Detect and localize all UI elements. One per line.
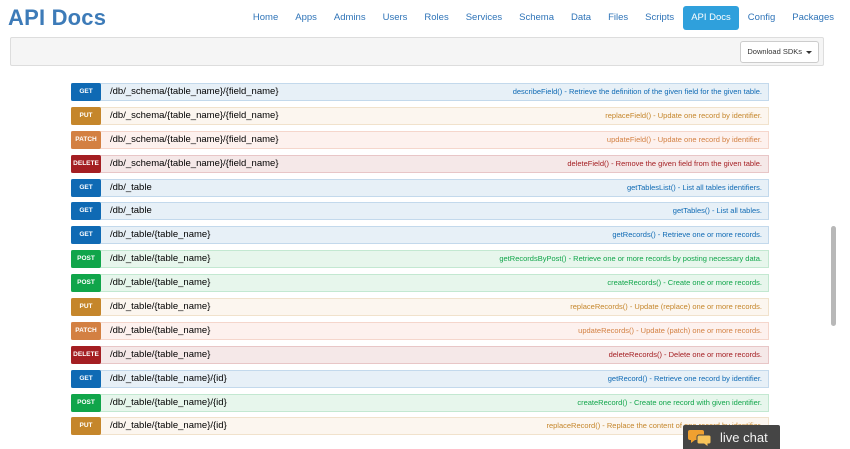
- operation-row[interactable]: DELETE/db/_schema/{table_name}/{field_na…: [71, 154, 769, 173]
- operation-row[interactable]: PATCH/db/_schema/{table_name}/{field_nam…: [71, 130, 769, 149]
- operation-row[interactable]: POST/db/_table/{table_name} getRecordsByP…: [71, 250, 769, 269]
- nav-item-home[interactable]: Home: [245, 6, 286, 30]
- method-badge[interactable]: GET: [71, 83, 101, 101]
- caret-down-icon: [806, 50, 812, 54]
- operation-row[interactable]: GET/db/_table getTablesList() - List all …: [71, 178, 769, 197]
- method-badge[interactable]: DELETE: [71, 154, 101, 173]
- operation-path[interactable]: /db/_table/{table_name}/{id}: [110, 371, 227, 387]
- main-nav: Home Apps Admins Users Roles Services Schema Da…: [244, 6, 842, 30]
- operation-description: deleteRecords() - Delete one or more rec…: [608, 349, 762, 359]
- operation-description: describeField() - Retrieve the definitio…: [512, 87, 762, 96]
- nav-item-files[interactable]: Files: [600, 6, 636, 30]
- operation-description: getRecord() - Retrieve one record by ide…: [607, 373, 762, 383]
- operations-list: GET/db/_schema/{table_name}/{field_name}…: [71, 83, 769, 441]
- operation-path[interactable]: /db/_table/{table_name}: [110, 347, 210, 363]
- operation-row[interactable]: GET/db/_schema/{table_name}/{field_name}…: [71, 83, 769, 101]
- operation-description: createRecord() - Create one record with …: [577, 397, 762, 407]
- nav-item-scripts[interactable]: Scripts: [637, 6, 682, 30]
- nav-item-roles[interactable]: Roles: [416, 6, 456, 30]
- method-badge[interactable]: POST: [71, 250, 101, 269]
- operation-path[interactable]: /db/_table/{table_name}/{id}: [110, 418, 227, 434]
- nav-item-services[interactable]: Services: [458, 6, 510, 30]
- operation-row[interactable]: GET/db/_table getTables() - List all tabl…: [71, 202, 769, 221]
- operation-description: getRecords() - Retrieve one or more reco…: [612, 230, 762, 240]
- nav-item-data[interactable]: Data: [563, 6, 599, 30]
- operation-path[interactable]: /db/_table: [110, 203, 152, 219]
- operation-path[interactable]: /db/_table/{table_name}/{id}: [110, 395, 227, 411]
- operation-description: getTables() - List all tables.: [672, 206, 762, 216]
- operation-row[interactable]: PUT/db/_table/{table_name} replaceRecords…: [71, 298, 769, 317]
- operation-path[interactable]: /db/_table: [110, 180, 152, 196]
- download-sdks-button[interactable]: Download SDKs: [740, 41, 819, 63]
- operation-description: createRecords() - Create one or more rec…: [607, 278, 762, 288]
- method-badge[interactable]: PUT: [71, 417, 101, 436]
- nav-item-api-docs[interactable]: API Docs: [683, 6, 739, 30]
- method-badge[interactable]: PUT: [71, 298, 101, 317]
- operation-row[interactable]: PUT/db/_schema/{table_name}/{field_name}…: [71, 106, 769, 125]
- method-badge[interactable]: GET: [71, 202, 101, 221]
- operation-path[interactable]: /db/_table/{table_name}: [110, 251, 210, 267]
- method-badge[interactable]: PATCH: [71, 130, 101, 149]
- method-badge[interactable]: GET: [71, 369, 101, 388]
- operation-description: getRecordsByPost() - Retrieve one or mor…: [499, 254, 762, 264]
- method-badge[interactable]: GET: [71, 178, 101, 197]
- download-sdks-label: Download SDKs: [747, 47, 802, 56]
- operation-row[interactable]: POST/db/_table/{table_name} createRecords…: [71, 274, 769, 293]
- nav-item-packages[interactable]: Packages: [784, 6, 842, 30]
- operation-row[interactable]: POST/db/_table/{table_name}/{id} createRe…: [71, 393, 769, 412]
- top-navbar: API Docs Home Apps Admins Users Roles Service…: [0, 0, 850, 36]
- nav-item-admins[interactable]: Admins: [326, 6, 374, 30]
- operation-description: replaceField() - Update one record by id…: [605, 110, 762, 120]
- method-badge[interactable]: PATCH: [71, 321, 101, 340]
- operation-row[interactable]: PUT/db/_table/{table_name}/{id} replaceRe…: [71, 417, 769, 436]
- operation-description: updateRecords() - Update (patch) one or …: [578, 325, 762, 335]
- nav-item-users[interactable]: Users: [375, 6, 416, 30]
- operation-row[interactable]: DELETE/db/_table/{table_name} deleteRecor…: [71, 345, 769, 364]
- method-badge[interactable]: POST: [71, 393, 101, 412]
- operation-path[interactable]: /db/_table/{table_name}: [110, 299, 210, 315]
- operation-description: getTablesList() - List all tables identi…: [626, 182, 762, 192]
- operation-row[interactable]: GET/db/_table/{table_name}/{id} getRecord…: [71, 369, 769, 388]
- method-badge[interactable]: GET: [71, 226, 101, 245]
- method-badge[interactable]: POST: [71, 274, 101, 293]
- scrollbar-thumb[interactable]: [831, 226, 836, 326]
- live-chat-widget[interactable]: live chat: [683, 425, 780, 449]
- live-chat-label: live chat: [720, 429, 768, 445]
- operation-path[interactable]: /db/_table/{table_name}: [110, 323, 210, 339]
- nav-item-config[interactable]: Config: [740, 6, 783, 30]
- api-docs-toolbar: Download SDKs: [10, 37, 824, 66]
- operation-path[interactable]: /db/_table/{table_name}: [110, 227, 210, 243]
- operation-path[interactable]: /db/_schema/{table_name}/{field_name}: [110, 108, 279, 124]
- operation-row[interactable]: PATCH/db/_table/{table_name} updateRecord…: [71, 321, 769, 340]
- operation-path[interactable]: /db/_schema/{table_name}/{field_name}: [110, 156, 279, 172]
- operation-path[interactable]: /db/_schema/{table_name}/{field_name}: [110, 84, 279, 100]
- operation-path[interactable]: /db/_schema/{table_name}/{field_name}: [110, 132, 279, 148]
- nav-item-schema[interactable]: Schema: [511, 6, 562, 30]
- brand-title[interactable]: API Docs: [8, 5, 106, 31]
- chat-bubbles-icon: [688, 430, 712, 447]
- nav-item-apps[interactable]: Apps: [287, 6, 325, 30]
- operation-row[interactable]: GET/db/_table/{table_name} getRecords() -…: [71, 226, 769, 245]
- operation-description: deleteField() - Remove the given field f…: [567, 158, 762, 168]
- operation-path[interactable]: /db/_table/{table_name}: [110, 275, 210, 291]
- vertical-scrollbar[interactable]: [830, 66, 837, 444]
- operation-description: replaceRecords() - Update (replace) one …: [570, 302, 762, 312]
- method-badge[interactable]: PUT: [71, 106, 101, 125]
- operation-description: updateField() - Update one record by ide…: [606, 134, 762, 144]
- method-badge[interactable]: DELETE: [71, 345, 101, 364]
